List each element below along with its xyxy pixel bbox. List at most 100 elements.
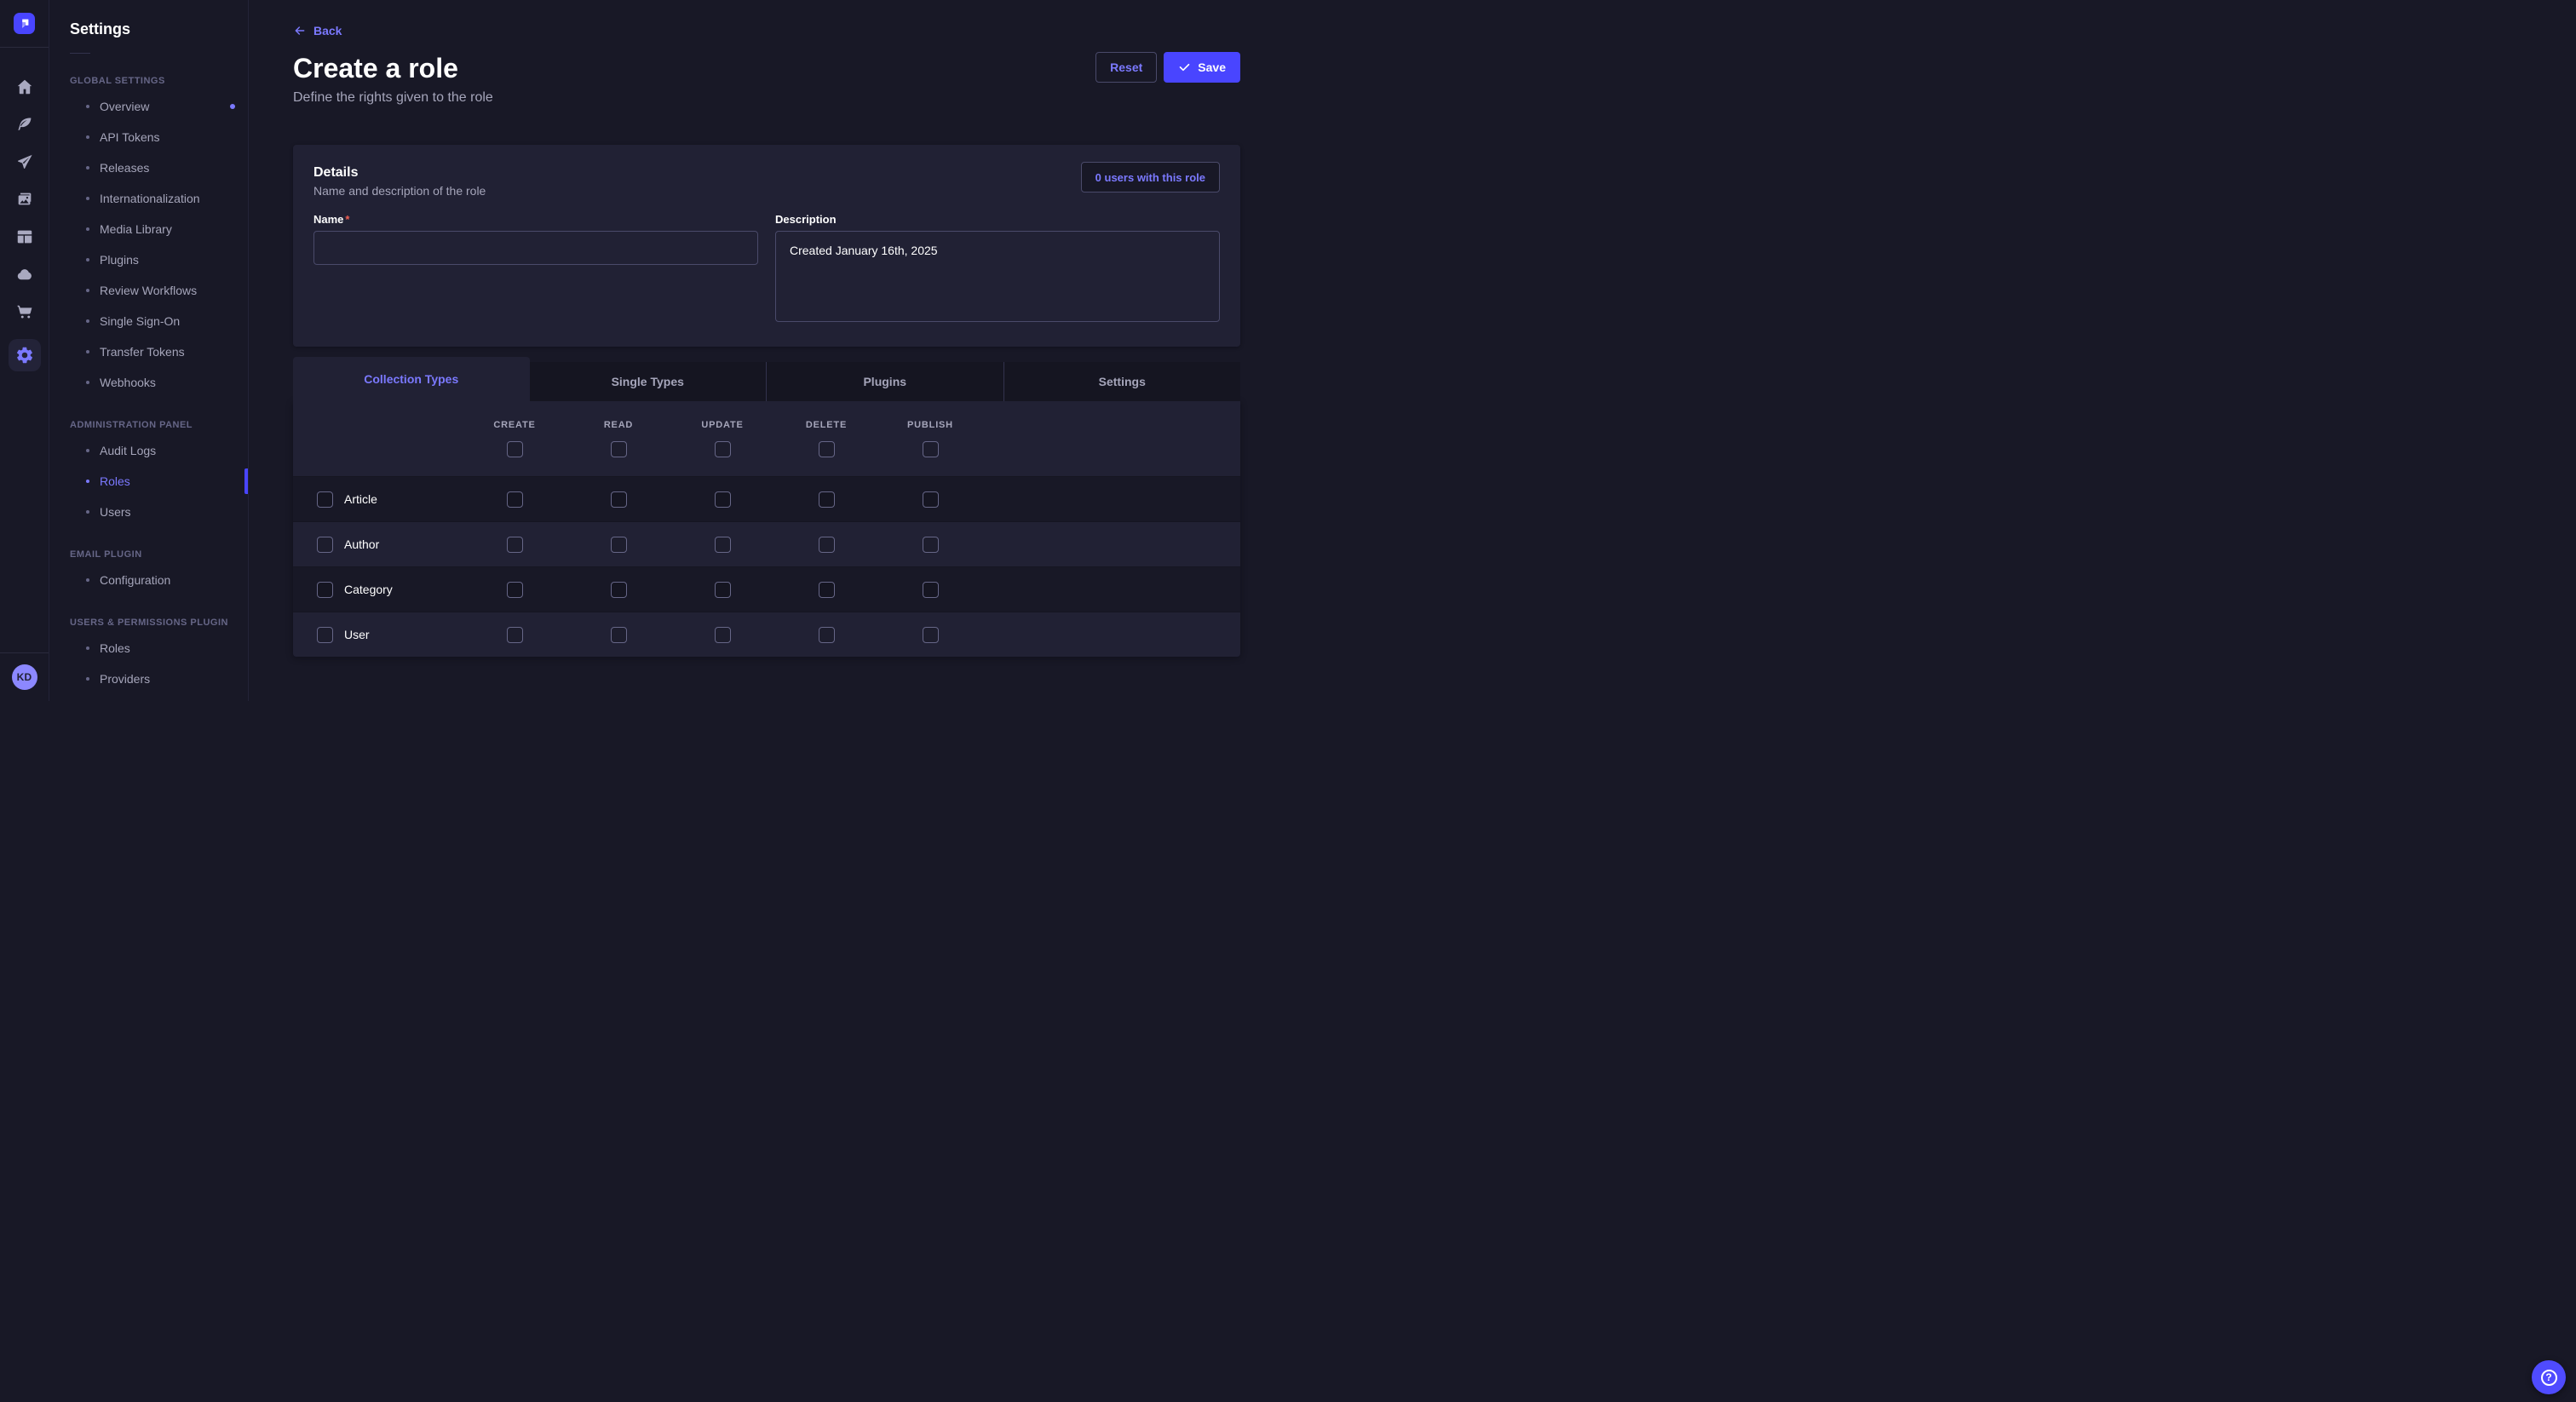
checkbox-article-publish[interactable]: [923, 491, 939, 508]
sidebar-item-roles[interactable]: Roles: [49, 633, 248, 664]
checkbox-article-delete[interactable]: [819, 491, 835, 508]
layout-icon[interactable]: [14, 227, 35, 247]
checkbox-user-read[interactable]: [611, 627, 627, 643]
icon-rail: KD: [0, 0, 49, 701]
perm-cell: [670, 582, 774, 598]
sidebar-item-label: Overview: [100, 100, 149, 113]
checkbox-category-delete[interactable]: [819, 582, 835, 598]
checkbox-user-update[interactable]: [715, 627, 731, 643]
feather-icon[interactable]: [14, 114, 35, 135]
sidebar-item-label: Releases: [100, 161, 149, 175]
details-subtitle: Name and description of the role: [313, 184, 486, 198]
save-label: Save: [1198, 60, 1226, 74]
paper-plane-icon[interactable]: [14, 152, 35, 172]
sidebar-item-transfer-tokens[interactable]: Transfer Tokens: [49, 336, 248, 367]
tab-single-types[interactable]: Single Types: [530, 362, 767, 401]
sidebar-item-api-tokens[interactable]: API Tokens: [49, 122, 248, 152]
checkbox-category-update[interactable]: [715, 582, 731, 598]
checkbox-all-create[interactable]: [507, 441, 523, 457]
sidebar-item-label: API Tokens: [100, 130, 160, 144]
perm-cell: [566, 491, 670, 508]
perm-header-col-delete: Delete: [774, 420, 878, 457]
perm-header: CreateReadUpdateDeletePublish: [293, 401, 1240, 476]
row-label: Category: [344, 583, 393, 596]
sidebar-item-webhooks[interactable]: Webhooks: [49, 367, 248, 398]
checkbox-row-author[interactable]: [317, 537, 333, 553]
main-content: Back Create a role Reset Save Define the…: [249, 0, 1288, 701]
sidebar-item-label: Webhooks: [100, 376, 156, 389]
sidebar-item-providers[interactable]: Providers: [49, 664, 248, 694]
checkbox-category-create[interactable]: [507, 582, 523, 598]
name-input[interactable]: [313, 231, 758, 265]
checkbox-author-update[interactable]: [715, 537, 731, 553]
details-card-titles: Details Name and description of the role: [313, 165, 486, 198]
checkbox-author-delete[interactable]: [819, 537, 835, 553]
section-label: USERS & PERMISSIONS PLUGIN: [49, 618, 248, 628]
tab-collection-types[interactable]: Collection Types: [293, 357, 530, 401]
checkbox-all-read[interactable]: [611, 441, 627, 457]
checkbox-article-update[interactable]: [715, 491, 731, 508]
checkbox-author-create[interactable]: [507, 537, 523, 553]
name-label: Name*: [313, 213, 758, 226]
row-head: Author: [317, 537, 463, 553]
perm-column-label: Update: [701, 420, 743, 430]
cloud-icon[interactable]: [14, 264, 35, 284]
description-label: Description: [775, 213, 1220, 226]
page-subtitle: Define the rights given to the role: [293, 90, 1240, 106]
description-textarea[interactable]: Created January 16th, 2025: [775, 231, 1220, 322]
checkbox-user-delete[interactable]: [819, 627, 835, 643]
bullet-icon: [86, 197, 89, 200]
tab-plugins[interactable]: Plugins: [766, 362, 1003, 401]
checkbox-all-update[interactable]: [715, 441, 731, 457]
sidebar-item-review-workflows[interactable]: Review Workflows: [49, 275, 248, 306]
sidebar-item-label: Media Library: [100, 222, 172, 236]
table-row-article: Article: [293, 476, 1240, 521]
sidebar-item-label: Internationalization: [100, 192, 200, 205]
sidebar-item-audit-logs[interactable]: Audit Logs: [49, 435, 248, 466]
sidebar-item-internationalization[interactable]: Internationalization: [49, 183, 248, 214]
media-icon[interactable]: [14, 189, 35, 210]
sidebar-item-users[interactable]: Users: [49, 497, 248, 527]
gear-icon[interactable]: [9, 339, 41, 371]
checkbox-row-user[interactable]: [317, 627, 333, 643]
strapi-logo-icon[interactable]: [14, 13, 35, 34]
bullet-icon: [86, 166, 89, 170]
sidebar-item-media-library[interactable]: Media Library: [49, 214, 248, 244]
checkbox-user-create[interactable]: [507, 627, 523, 643]
tab-settings[interactable]: Settings: [1003, 362, 1241, 401]
checkbox-article-read[interactable]: [611, 491, 627, 508]
save-button[interactable]: Save: [1164, 52, 1240, 83]
checkbox-user-publish[interactable]: [923, 627, 939, 643]
checkbox-category-read[interactable]: [611, 582, 627, 598]
checkbox-all-delete[interactable]: [819, 441, 835, 457]
checkbox-author-read[interactable]: [611, 537, 627, 553]
row-label: Article: [344, 492, 377, 506]
table-row-author: Author: [293, 521, 1240, 566]
checkbox-article-create[interactable]: [507, 491, 523, 508]
sidebar-item-single-sign-on[interactable]: Single Sign-On: [49, 306, 248, 336]
sidebar-item-configuration[interactable]: Configuration: [49, 565, 248, 595]
sidebar-item-releases[interactable]: Releases: [49, 152, 248, 183]
cart-icon[interactable]: [14, 302, 35, 322]
checkbox-row-article[interactable]: [317, 491, 333, 508]
bullet-icon: [86, 381, 89, 384]
checkbox-author-publish[interactable]: [923, 537, 939, 553]
avatar[interactable]: KD: [12, 664, 37, 690]
reset-button[interactable]: Reset: [1095, 52, 1157, 83]
checkbox-category-publish[interactable]: [923, 582, 939, 598]
sidebar-item-label: Transfer Tokens: [100, 345, 185, 359]
back-label: Back: [313, 24, 342, 37]
checkbox-all-publish[interactable]: [923, 441, 939, 457]
checkbox-row-category[interactable]: [317, 582, 333, 598]
sidebar-item-plugins[interactable]: Plugins: [49, 244, 248, 275]
help-button[interactable]: ?: [2532, 1360, 2566, 1394]
section-label: EMAIL PLUGIN: [49, 549, 248, 560]
perm-cell: [774, 537, 878, 553]
back-link[interactable]: Back: [293, 24, 342, 37]
sidebar-item-overview[interactable]: Overview: [49, 91, 248, 122]
sidebar-item-roles[interactable]: Roles: [49, 466, 248, 497]
home-icon[interactable]: [14, 77, 35, 97]
check-icon: [1178, 61, 1191, 74]
users-with-role-button[interactable]: 0 users with this role: [1081, 162, 1220, 192]
perm-header-col-read: Read: [566, 420, 670, 457]
